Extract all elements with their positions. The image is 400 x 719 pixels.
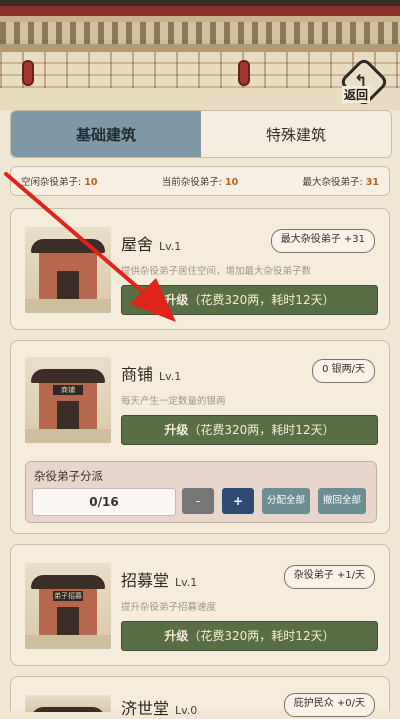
building-description: 每天产生一定数量的银两 [121,396,226,407]
shop-image: 商铺 [25,357,111,443]
assignment-count-field[interactable]: 0/16 [32,488,176,516]
building-level: Lv.1 [175,576,198,589]
building-level: Lv.1 [159,370,182,383]
clinic-image [25,695,111,712]
back-label: 返回 [342,86,371,103]
disciple-assignment-panel: 杂役弟子分派 0/16 - + 分配全部 撤回全部 [25,461,377,523]
building-name: 招募堂 Lv.1 [121,571,198,590]
assign-all-button[interactable]: 分配全部 [262,488,310,514]
arrow-shaft [4,172,152,300]
tab-special-buildings[interactable]: 特殊建筑 [201,111,391,157]
max-disciples: 最大杂役弟子: 31 [302,177,379,188]
lantern-icon [238,60,250,86]
decrease-button[interactable]: - [182,488,214,514]
increase-button[interactable]: + [222,488,254,514]
building-name: 济世堂 Lv.0 [121,699,198,718]
upgrade-button[interactable]: 升级（花费320两，耗时12天） [121,621,378,651]
roof-header: ↰ 返回 [0,0,400,110]
tab-basic-buildings[interactable]: 基础建筑 [11,111,201,157]
recruit-hall-image: 弟子招募 [25,563,111,649]
building-name: 商铺 Lv.1 [121,365,182,384]
annotation-arrow [4,172,176,322]
assignment-title: 杂役弟子分派 [34,469,103,483]
building-effect-badge: 杂役弟子 +1/天 [283,565,375,589]
roof-tiles [0,22,400,44]
recall-all-button[interactable]: 撤回全部 [318,488,366,514]
building-card-shop: 商铺 商铺 Lv.1 0 银两/天 每天产生一定数量的银两 升级（花费320两，耗… [10,340,390,534]
building-tabs: 基础建筑 特殊建筑 [10,110,392,158]
building-card-recruit-hall: 弟子招募 招募堂 Lv.1 杂役弟子 +1/天 提升杂役弟子招募速度 升级（花费3… [10,544,390,666]
building-description: 提升杂役弟子招募速度 [121,602,217,613]
back-button[interactable]: ↰ 返回 [338,56,390,108]
window-lattice [0,52,400,88]
lantern-icon [22,60,34,86]
upgrade-button[interactable]: 升级（花费320两，耗时12天） [121,415,378,445]
building-effect-badge: 最大杂役弟子 +31 [270,229,375,253]
building-effect-badge: 庇护民众 +0/天 [283,693,375,717]
building-effect-badge: 0 银两/天 [312,359,375,383]
building-card-clinic: 济世堂 Lv.0 庇护民众 +0/天 [10,676,390,718]
